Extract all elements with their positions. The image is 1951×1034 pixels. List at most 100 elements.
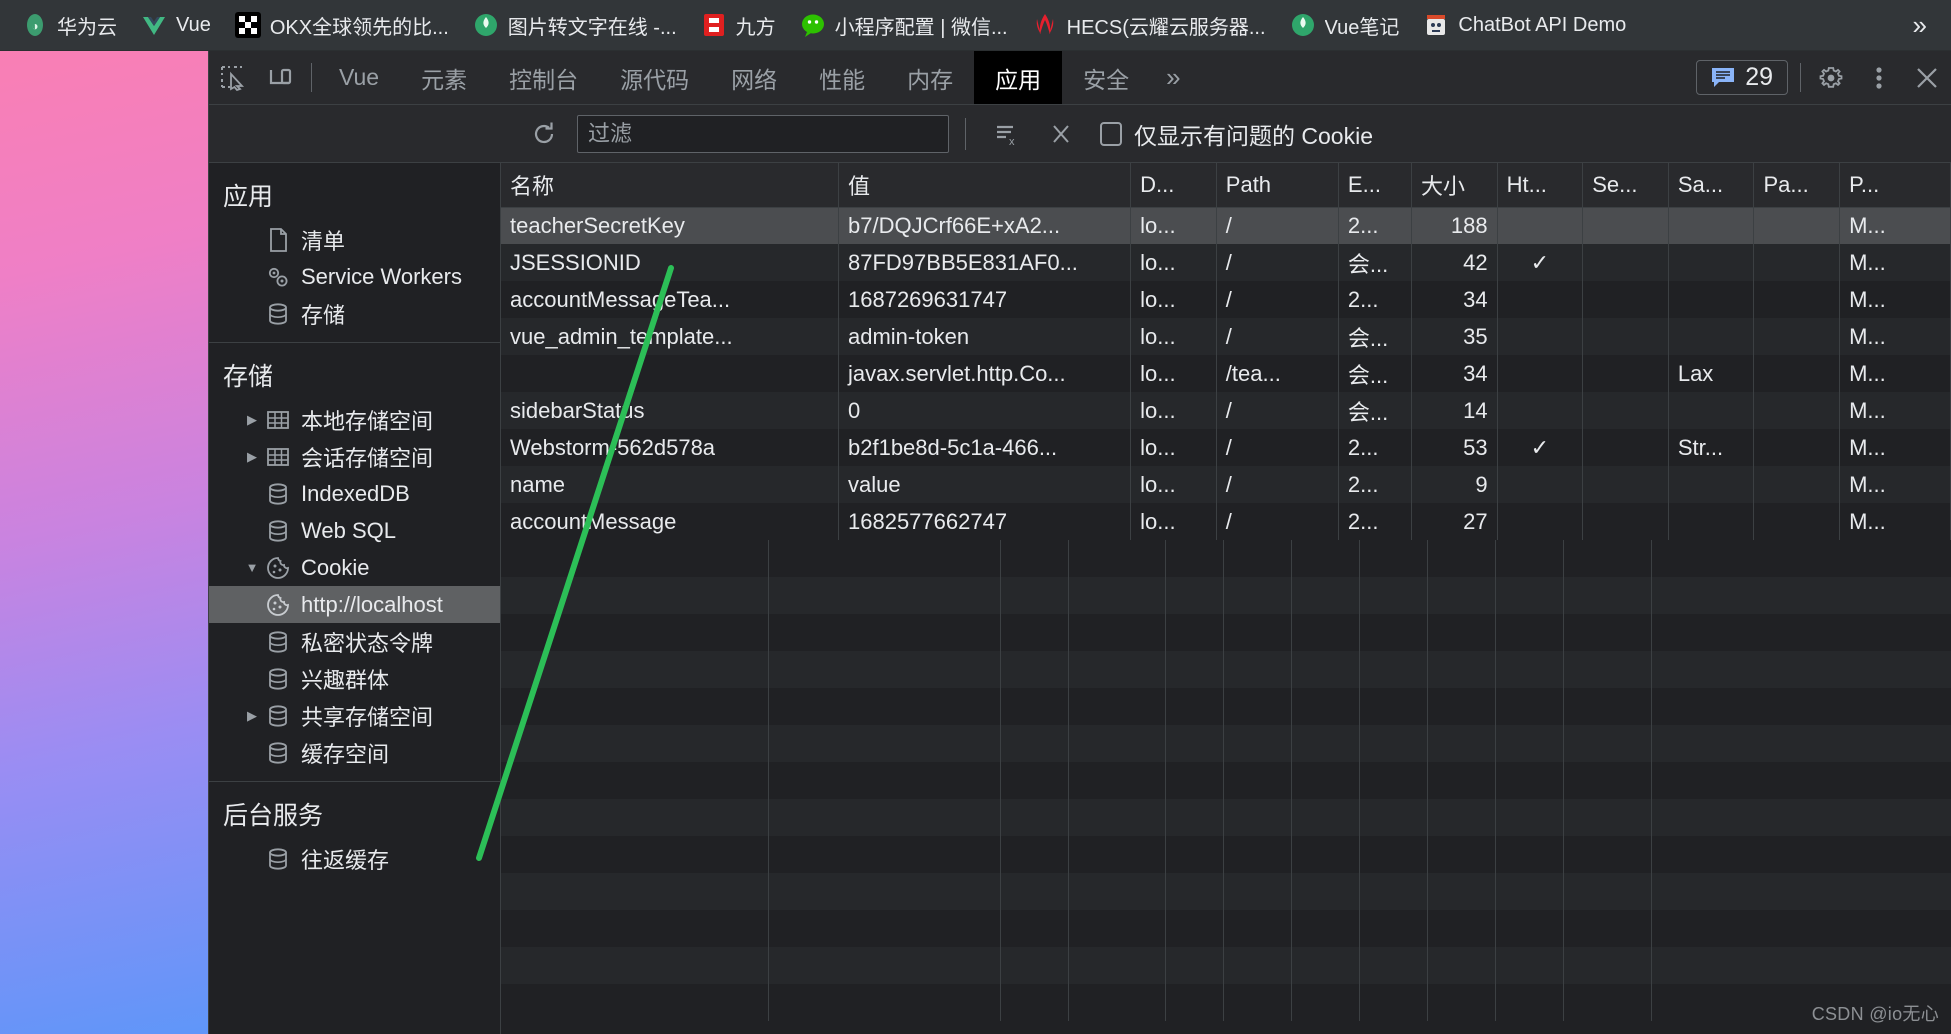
- tab-security[interactable]: 安全: [1062, 51, 1150, 104]
- close-devtools-button[interactable]: [1903, 51, 1951, 104]
- sidebar-item-cookie[interactable]: ▼ Cookie: [209, 549, 500, 586]
- column-header-priority[interactable]: P...: [1839, 163, 1951, 208]
- cell-name[interactable]: accountMessage: [501, 503, 839, 540]
- cell-size: 14: [1411, 392, 1498, 429]
- table-row[interactable]: vue_admin_template... admin-token lo... …: [501, 318, 1951, 355]
- tab-sources[interactable]: 源代码: [599, 51, 710, 104]
- column-header-samesite[interactable]: Sa...: [1668, 163, 1755, 208]
- cell-name[interactable]: accountMessageTea...: [501, 281, 839, 318]
- cell-name[interactable]: [501, 355, 839, 392]
- twisty[interactable]: ▶: [239, 708, 265, 724]
- inspect-element-button[interactable]: [209, 51, 257, 104]
- sidebar-item-cookie-localhost[interactable]: http://localhost: [209, 586, 500, 623]
- sidebar-item-web-sql[interactable]: Web SQL: [209, 512, 500, 549]
- refresh-cookies-button[interactable]: [521, 111, 567, 157]
- table-row[interactable]: name value lo... / 2... 9 M...: [501, 466, 1951, 503]
- only-problem-cookies-checkbox[interactable]: 仅显示有问题的 Cookie: [1100, 117, 1373, 151]
- column-header-partition[interactable]: Pa...: [1753, 163, 1841, 208]
- cell-name[interactable]: teacherSecretKey: [501, 207, 839, 244]
- cell-name[interactable]: JSESSIONID: [501, 244, 839, 281]
- column-header-expires[interactable]: E...: [1338, 163, 1412, 208]
- bookmark-item[interactable]: Vue笔记: [1278, 7, 1412, 44]
- cell-value[interactable]: b2f1be8d-5c1a-466...: [838, 429, 1132, 466]
- tab-vue[interactable]: Vue: [318, 51, 400, 104]
- cell-name[interactable]: name: [501, 466, 839, 503]
- table-empty-cell: [1428, 688, 1496, 725]
- cell-value[interactable]: 0: [838, 392, 1132, 429]
- tab-elements[interactable]: 元素: [400, 51, 488, 104]
- column-header-size[interactable]: 大小: [1411, 163, 1498, 208]
- tab-console[interactable]: 控制台: [488, 51, 599, 104]
- tab-performance[interactable]: 性能: [798, 51, 886, 104]
- bookmark-item[interactable]: Vue: [129, 8, 223, 42]
- column-header-name[interactable]: 名称: [501, 163, 839, 208]
- sidebar-item-cache-storage[interactable]: 缓存空间: [209, 734, 500, 771]
- settings-button[interactable]: [1807, 51, 1855, 104]
- table-empty-row: [501, 799, 1951, 836]
- cell-value[interactable]: value: [838, 466, 1132, 503]
- sidebar-item-storage[interactable]: 存储: [209, 295, 500, 332]
- table-empty-cell: [1564, 984, 1652, 1021]
- bookmark-item[interactable]: 九方: [689, 7, 788, 44]
- table-row[interactable]: sidebarStatus 0 lo... / 会... 14 M...: [501, 392, 1951, 429]
- tab-memory[interactable]: 内存: [886, 51, 974, 104]
- sidebar-item-service-workers[interactable]: Service Workers: [209, 258, 500, 295]
- table-row[interactable]: JSESSIONID 87FD97BB5E831AF0... lo... / 会…: [501, 244, 1951, 281]
- clear-all-cookies-button[interactable]: [1038, 111, 1084, 157]
- sidebar-item-private-state-tokens[interactable]: 私密状态令牌: [209, 623, 500, 660]
- sidebar-item-label: 存储: [301, 302, 346, 328]
- message-count-badge[interactable]: 29: [1696, 60, 1788, 95]
- twisty[interactable]: ▶: [239, 449, 265, 465]
- cell-value[interactable]: 1682577662747: [838, 503, 1132, 540]
- table-row[interactable]: teacherSecretKey b7/DQJCrf66E+xA2... lo.…: [501, 207, 1951, 244]
- sidebar-item-manifest[interactable]: 清单: [209, 221, 500, 258]
- sidebar-item-interest-groups[interactable]: 兴趣群体: [209, 660, 500, 697]
- cookie-filter-input[interactable]: [577, 114, 949, 153]
- table-row[interactable]: Webstorm-562d578a b2f1be8d-5c1a-466... l…: [501, 429, 1951, 466]
- cell-value[interactable]: b7/DQJCrf66E+xA2...: [838, 207, 1132, 244]
- column-header-secure[interactable]: Se...: [1582, 163, 1669, 208]
- cell-value[interactable]: 1687269631747: [838, 281, 1132, 318]
- cell-partition: [1753, 392, 1841, 429]
- table-empty-cell: [1564, 836, 1652, 873]
- sidebar-item-shared-storage[interactable]: ▶ 共享存储空间: [209, 697, 500, 734]
- clear-filtered-cookies-button[interactable]: x: [982, 111, 1028, 157]
- twisty[interactable]: ▶: [239, 412, 265, 428]
- cell-value[interactable]: 87FD97BB5E831AF0...: [838, 244, 1132, 281]
- inspect-element-icon: [221, 65, 245, 91]
- column-header-value[interactable]: 值: [838, 163, 1132, 208]
- sidebar-item-back-forward-cache[interactable]: 往返缓存: [209, 840, 500, 877]
- bookmark-item[interactable]: 图片转文字在线 -...: [461, 7, 689, 44]
- device-toolbar-button[interactable]: [257, 51, 305, 104]
- more-tabs-button[interactable]: »: [1150, 51, 1196, 104]
- table-row[interactable]: javax.servlet.http.Co... lo... /tea... 会…: [501, 355, 1951, 392]
- bookmark-item[interactable]: 小程序配置 | 微信...: [788, 7, 1020, 44]
- kebab-menu-button[interactable]: [1855, 51, 1903, 104]
- bookmark-item[interactable]: ◑ 华为云: [10, 7, 129, 44]
- message-count-value: 29: [1745, 63, 1773, 91]
- sidebar-item-indexeddb[interactable]: IndexedDB: [209, 475, 500, 512]
- sidebar-item-local-storage[interactable]: ▶ 本地存储空间: [209, 401, 500, 438]
- table-empty-cell: [1069, 910, 1166, 947]
- column-header-path[interactable]: Path: [1216, 163, 1339, 208]
- sidebar-group-title: 后台服务: [223, 802, 324, 830]
- tab-application[interactable]: 应用: [974, 51, 1063, 104]
- bookmarks-overflow-button[interactable]: »: [1899, 8, 1941, 43]
- table-row[interactable]: accountMessageTea... 1687269631747 lo...…: [501, 281, 1951, 318]
- cell-path: /: [1216, 244, 1339, 281]
- cell-name[interactable]: vue_admin_template...: [501, 318, 839, 355]
- sidebar-item-session-storage[interactable]: ▶ 会话存储空间: [209, 438, 500, 475]
- bookmark-item[interactable]: ChatBot API Demo: [1411, 8, 1638, 42]
- column-header-domain[interactable]: D...: [1130, 163, 1217, 208]
- bookmark-item[interactable]: HECS(云耀云服务器...: [1020, 7, 1278, 44]
- table-row[interactable]: accountMessage 1682577662747 lo... / 2..…: [501, 503, 1951, 540]
- cell-httponly: [1497, 355, 1584, 392]
- column-header-httponly[interactable]: Ht...: [1497, 163, 1584, 208]
- cell-name[interactable]: Webstorm-562d578a: [501, 429, 839, 466]
- cell-value[interactable]: javax.servlet.http.Co...: [838, 355, 1132, 392]
- tab-network[interactable]: 网络: [710, 51, 798, 104]
- cell-value[interactable]: admin-token: [838, 318, 1132, 355]
- twisty[interactable]: ▼: [239, 560, 265, 575]
- cell-name[interactable]: sidebarStatus: [501, 392, 839, 429]
- bookmark-item[interactable]: OKX全球领先的比...: [223, 7, 461, 44]
